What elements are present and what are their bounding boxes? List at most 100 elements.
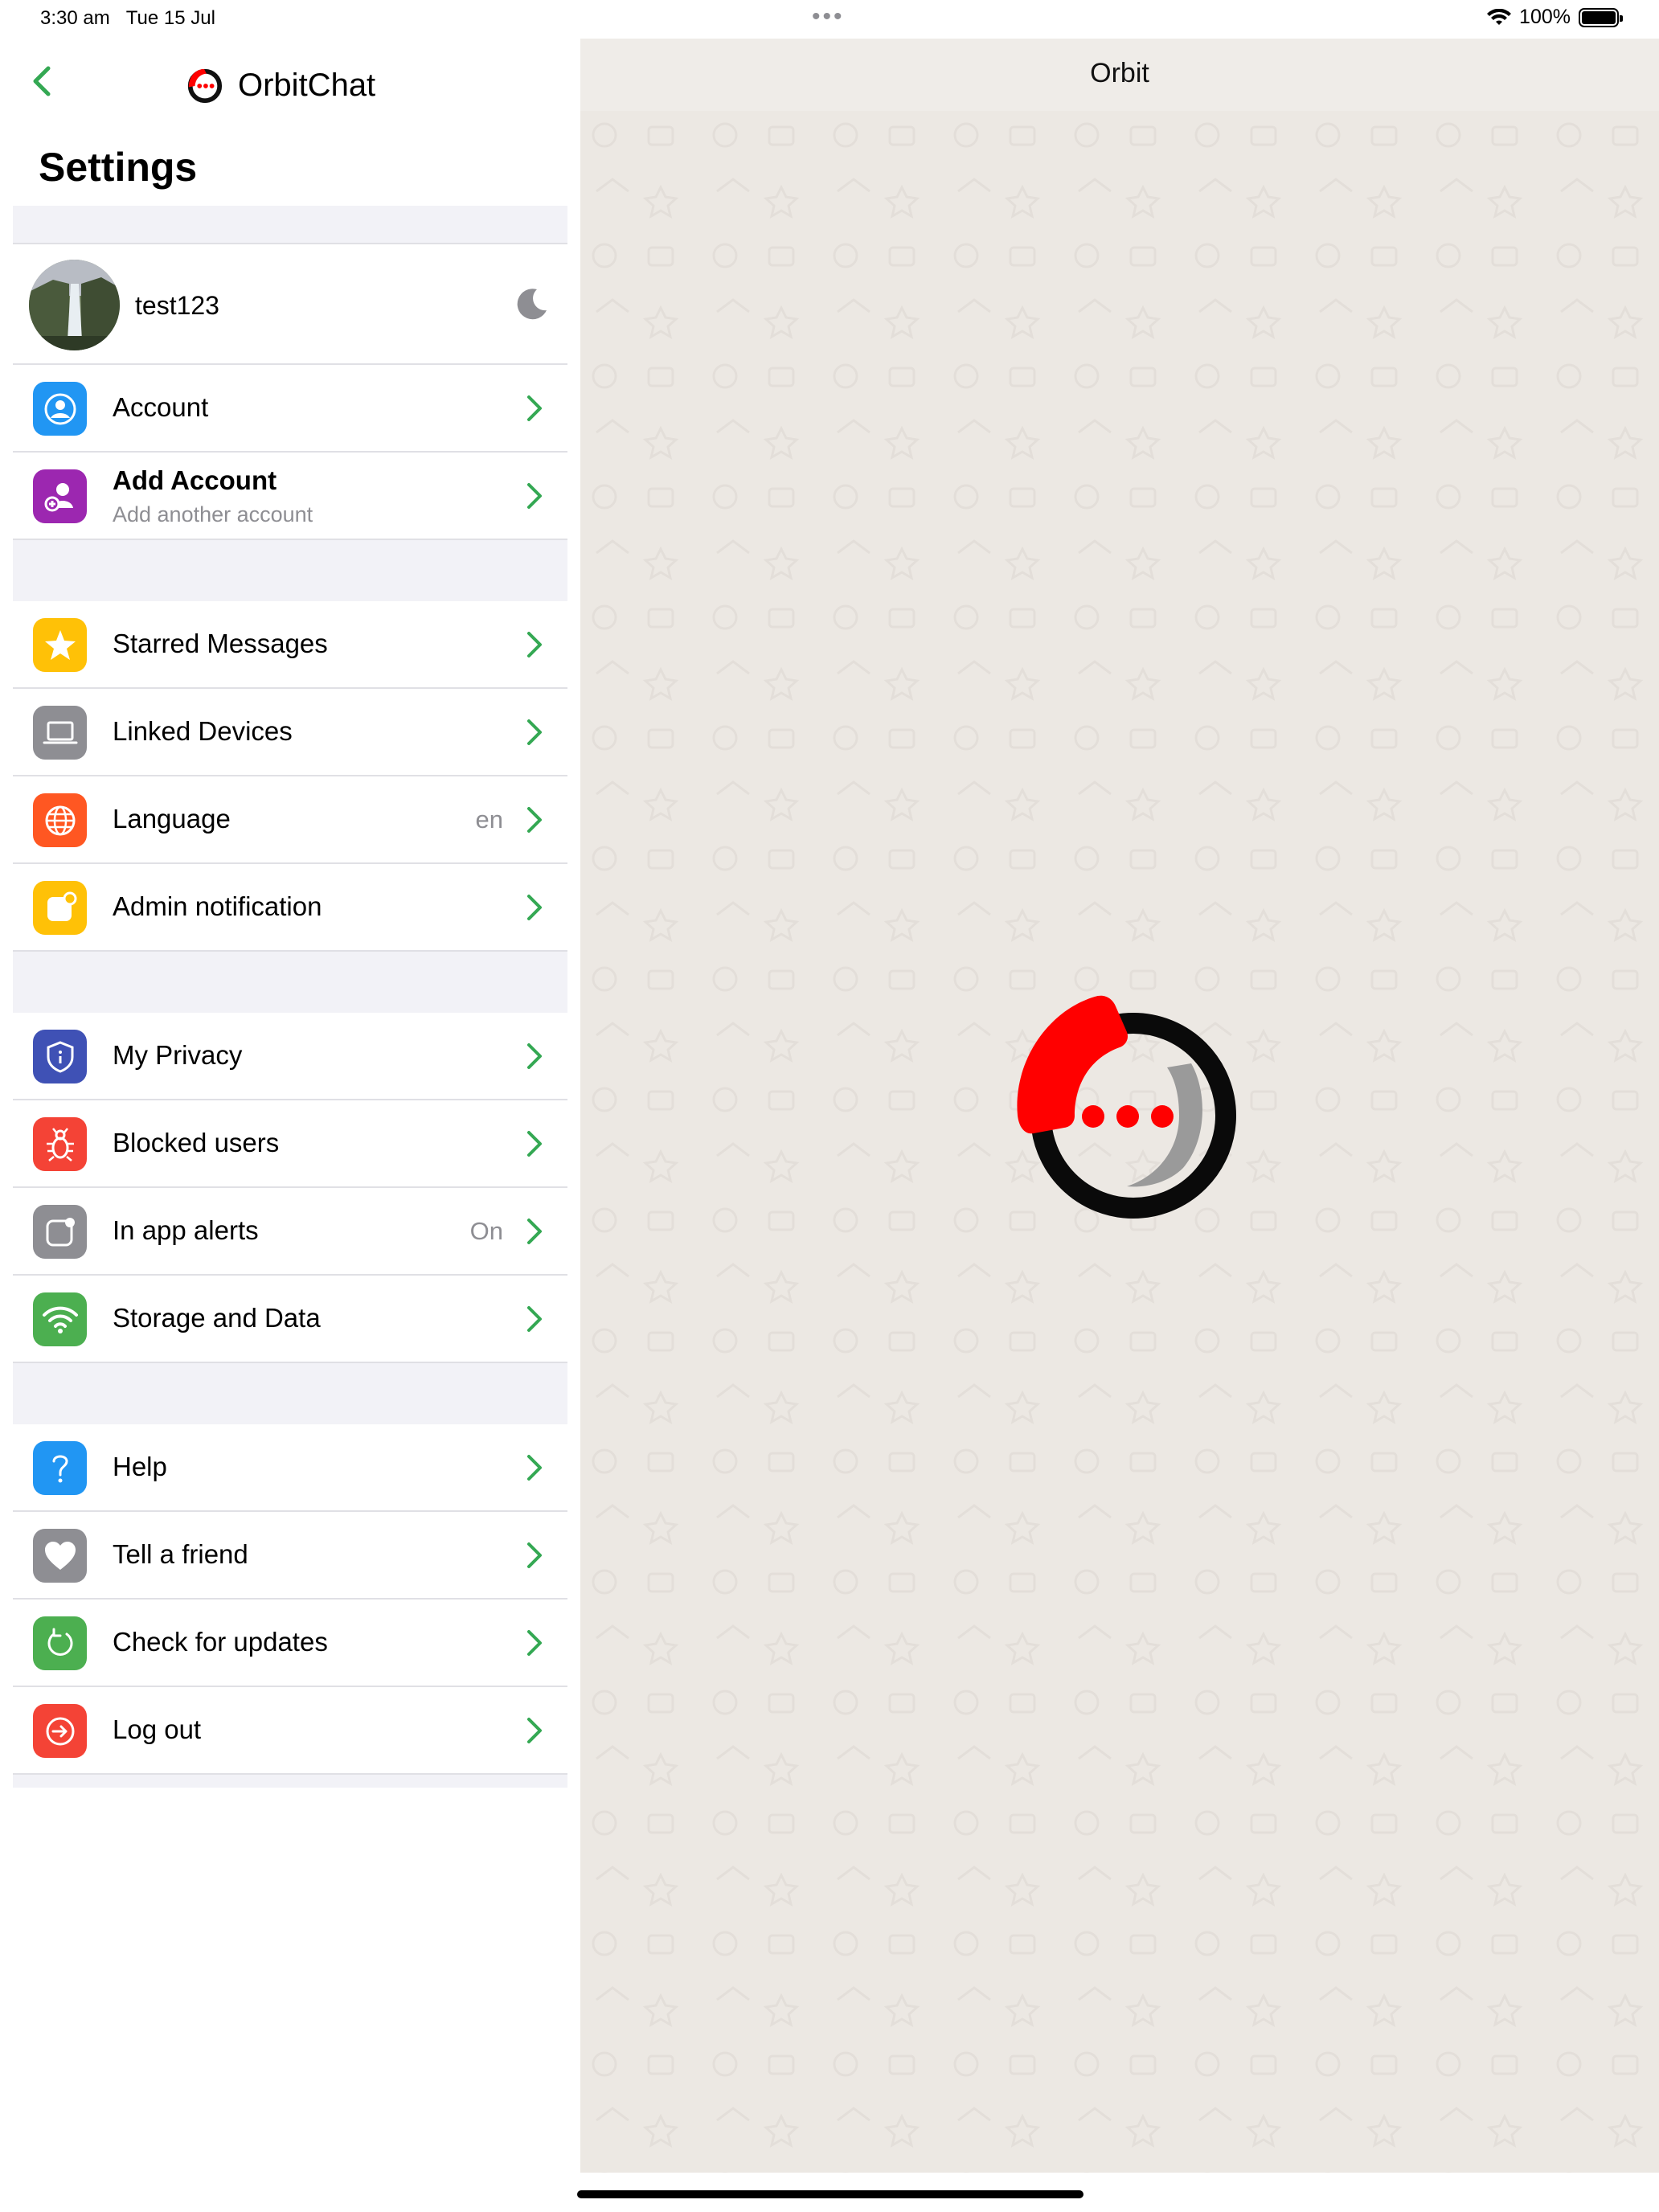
tell-friend-label: Tell a friend [113,1539,248,1569]
starred-icon-tile [33,618,87,672]
status-time: 3:30 am Tue 15 Jul [40,7,215,30]
settings-row-privacy[interactable]: My Privacy [13,1013,567,1100]
avatar[interactable] [29,260,120,350]
chevron-right-icon [527,1043,542,1069]
chevron-right-icon [527,895,542,920]
settings-row-check-updates[interactable]: Check for updates [13,1600,567,1687]
settings-row-admin-notification[interactable]: Admin notification [13,864,567,952]
in-app-alerts-label: In app alerts [113,1215,259,1245]
blocked-icon-tile [33,1117,87,1171]
help-label: Help [113,1452,167,1481]
alert-icon [46,1217,75,1246]
chevron-right-icon [527,1718,542,1743]
settings-row-help[interactable]: Help [13,1424,567,1512]
add-account-icon-tile [33,469,87,523]
tell-icon-tile [33,1529,87,1583]
dark-mode-toggle[interactable] [514,286,550,326]
section-gap [13,540,567,601]
alerts-icon-tile [33,1205,87,1259]
settings-row-in-app-alerts[interactable]: In app alerts On [13,1188,567,1276]
settings-list: test123 Account Add Account Add another … [13,206,567,1788]
admin-notification-label: Admin notification [113,891,322,921]
wifi-icon [42,1306,78,1333]
bug-icon [46,1127,74,1161]
language-icon-tile [33,793,87,847]
privacy-icon-tile [33,1030,87,1083]
refresh-icon [47,1628,72,1656]
avatar-image [29,260,120,350]
page-title: Settings [39,145,198,190]
account-icon-tile [33,382,87,436]
logout-icon-tile [33,1704,87,1758]
notification-icon [47,891,76,921]
profile-row[interactable]: test123 [13,243,567,365]
help-icon-tile [33,1441,87,1495]
battery-icon [1579,7,1623,27]
section-gap [13,952,567,1013]
settings-row-logout[interactable]: Log out [13,1687,567,1775]
chevron-right-icon [527,1542,542,1568]
chevron-right-icon [527,1306,542,1332]
chevron-right-icon [527,807,542,833]
admin-icon-tile [33,881,87,935]
settings-row-linked-devices[interactable]: Linked Devices [13,689,567,776]
blocked-users-label: Blocked users [113,1128,280,1157]
chevron-right-icon [527,1630,542,1656]
app-name: OrbitChat [238,67,376,103]
back-button[interactable] [31,65,53,101]
language-label: Language [113,804,231,834]
home-indicator[interactable] [577,2190,1083,2198]
orbitchat-logo-icon [187,68,223,104]
heart-icon [44,1541,76,1570]
chevron-right-icon [527,632,542,657]
settings-row-starred[interactable]: Starred Messages [13,601,567,689]
battery-percent: 100% [1519,6,1571,28]
question-icon [52,1455,68,1482]
date-text: Tue 15 Jul [125,7,215,29]
language-value: en [475,805,503,834]
add-account-label: Add Account [113,465,277,495]
detail-panel: Orbit [580,39,1659,2173]
globe-icon [45,805,75,835]
section-gap [13,1363,567,1424]
section-gap [13,1775,567,1788]
linked-icon-tile [33,706,87,760]
person-circle-icon [44,393,76,424]
wifi-status-icon [1487,8,1512,25]
chevron-right-icon [527,483,542,509]
linked-devices-label: Linked Devices [113,716,293,746]
chevron-left-icon [33,66,51,96]
moon-icon [517,289,547,320]
settings-row-tell-friend[interactable]: Tell a friend [13,1512,567,1600]
privacy-label: My Privacy [113,1040,243,1070]
navigation-bar: OrbitChat [13,37,567,133]
orbit-logo-icon [1017,995,1236,1219]
chevron-right-icon [527,719,542,745]
brand: OrbitChat [185,66,375,104]
chevron-right-icon [527,1131,542,1157]
time-text: 3:30 am [40,7,110,29]
logout-icon [46,1717,74,1745]
shield-icon [47,1040,73,1073]
status-bar: 3:30 am Tue 15 Jul ••• 100% [0,0,1659,37]
laptop-icon [43,721,77,743]
chevron-right-icon [527,395,542,421]
add-account-subtitle: Add another account [113,502,313,526]
settings-row-blocked-users[interactable]: Blocked users [13,1100,567,1188]
chevron-right-icon [527,1455,542,1481]
settings-row-add-account[interactable]: Add Account Add another account [13,453,567,540]
section-gap [13,206,567,243]
person-add-icon [44,482,73,511]
storage-icon-tile [33,1292,87,1346]
settings-row-account[interactable]: Account [13,365,567,453]
updates-icon-tile [33,1616,87,1670]
settings-row-storage[interactable]: Storage and Data [13,1276,567,1363]
chevron-right-icon [527,1219,542,1244]
star-icon [44,629,76,660]
check-updates-label: Check for updates [113,1627,328,1657]
profile-username: test123 [135,291,219,320]
settings-panel: OrbitChat Settings test123 Account Add A… [13,37,567,1788]
status-right: 100% [1487,6,1623,29]
multitasking-dots[interactable]: ••• [812,3,845,31]
settings-row-language[interactable]: Language en [13,776,567,864]
